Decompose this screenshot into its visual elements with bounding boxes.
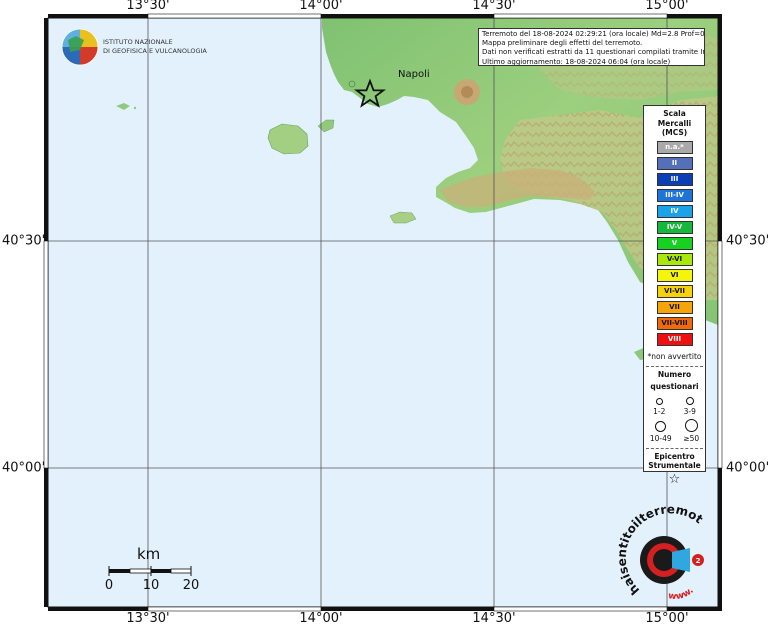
ingv-logo-icon [61,28,99,66]
count-class-label: ≥50 [683,433,700,443]
mcs-class-item: II [656,156,693,170]
lat-label-left: 40°00' [2,460,46,476]
mcs-class-item: III-IV [656,188,693,202]
circle-icon [684,418,698,432]
lat-label-left: 40°30' [2,233,46,249]
count-class-large: 10-49 [649,420,672,443]
count-class-xlarge: ≥50 [683,418,700,443]
legend-divider [646,365,703,367]
count-class-label: 3-9 [683,406,696,416]
mcs-class-item: VI [656,268,693,282]
legend-scale-title: (MCS) [661,128,688,137]
lon-label-top: 15°00' [645,0,689,13]
lon-label-top: 14°30' [472,0,516,13]
legend-panel: Scala Mercalli (MCS) n.a.* II III III-IV IV I… [643,105,706,487]
mcs-class-item: VII-VIII [656,316,693,330]
legend-epicenter-title: Strumentale [648,461,701,470]
islet [133,106,137,110]
not-felt-note: *non avvertito [647,351,702,361]
scale-bar-tick: 10 [142,578,160,593]
circle-icon [655,397,663,405]
mcs-class-item: V-VI [656,252,693,266]
lon-label-bottom: 15°00' [645,611,689,626]
lon-label-bottom: 13°30' [126,611,170,626]
lon-label-top: 14°00' [299,0,343,13]
institute-name-line: ISTITUTO NAZIONALE [103,38,173,46]
scale-bar-tick: 0 [104,578,114,593]
lat-label-right: 40°00' [726,460,768,476]
event-info-line: Dati non verificati estratti da 11 quest… [482,48,704,57]
institute-name: ISTITUTO NAZIONALE DI GEOFISICA E VULCAN… [103,38,207,55]
legend-scale-title: Scala [663,109,686,118]
mcs-class-item: IV [656,204,693,218]
circle-icon [655,420,667,432]
vesuvius-inner [461,86,473,98]
event-info-line: Mappa preliminare degli effetti del terr… [482,39,643,48]
lon-label-bottom: 14°30' [472,611,516,626]
city-label: Napoli [398,69,430,80]
scale-bar-tick: 20 [182,578,200,593]
count-class-label: 10-49 [649,433,672,443]
event-info-line: Ultimo aggiornamento: 18-08-2024 06:04 (… [482,57,671,66]
mcs-class-item: VII [656,300,693,314]
mcs-class-item: VI-VII [656,284,693,298]
lon-label-top: 13°30' [126,0,170,13]
count-class-small: 1-2 [653,397,666,416]
legend-divider [646,447,703,449]
circle-icon [685,396,694,405]
event-info-line: Terremoto del 18-08-2024 02:29:21 (ora l… [482,30,705,38]
lon-label-bottom: 14°00' [299,611,343,626]
star-icon: ☆ [668,471,681,487]
mcs-class-item: n.a.* [656,140,693,154]
legend-epicenter-title: Epicentro [654,451,695,461]
count-class-medium: 3-9 [683,396,696,416]
mcs-class-item: V [656,236,693,250]
legend-scale-title: Mercalli [657,118,692,128]
legend-count-title: questionari [650,382,699,391]
mcs-class-list: n.a.* II III III-IV IV IV-V V V-VI VI VI-VII VII VI… [644,140,705,346]
institute-name-line: DI GEOFISICA E VULCANOLOGIA [103,46,207,55]
scale-bar-title: km [137,545,161,563]
event-info-box: Terremoto del 18-08-2024 02:29:21 (ora l… [478,28,705,66]
mcs-class-item: IV-V [656,220,693,234]
legend-count-title: Numero [657,369,692,379]
lat-label-right: 40°30' [726,233,768,249]
mcs-class-item: III [656,172,693,186]
count-class-label: 1-2 [653,406,666,416]
svg-text:2: 2 [696,557,701,565]
mcs-class-item: VIII [656,332,693,346]
